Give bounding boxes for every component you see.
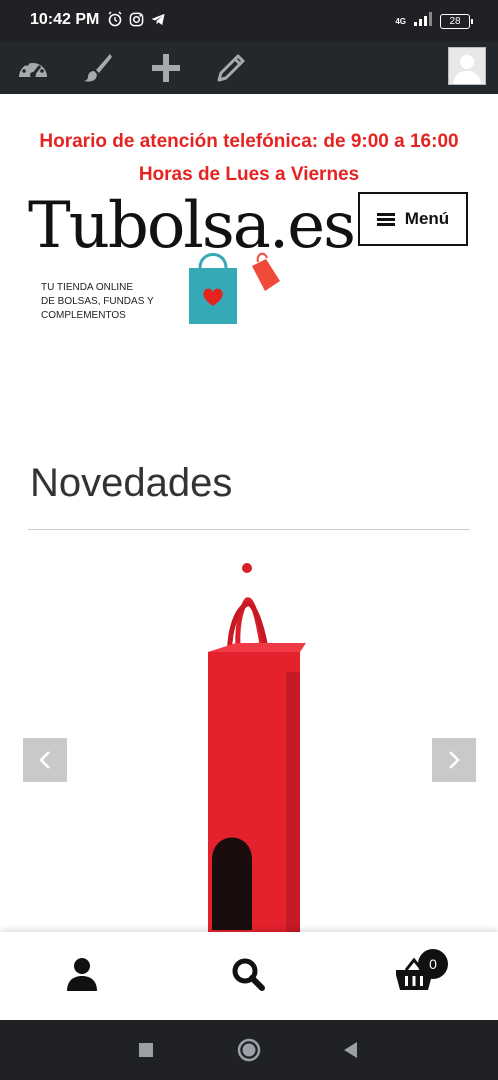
section-title: Novedades — [30, 461, 233, 505]
alarm-icon — [107, 11, 123, 32]
status-bar: 10:42 PM 4G 28 — [0, 0, 498, 42]
chevron-left-icon — [39, 751, 50, 769]
red-wine-bag-image[interactable] — [190, 560, 310, 940]
telegram-icon — [150, 12, 166, 32]
battery-icon: 28 — [440, 14, 473, 29]
instagram-icon — [129, 12, 144, 32]
edit-pencil-icon[interactable] — [211, 48, 251, 88]
battery-level: 28 — [449, 16, 461, 27]
tagline-line-3: COMPLEMENTOS — [41, 310, 126, 321]
cart-count-badge: 0 — [418, 949, 448, 979]
status-time: 10:42 PM — [30, 11, 100, 28]
menu-label: Menú — [404, 209, 450, 228]
home-icon[interactable] — [237, 1038, 261, 1062]
tagline-line-1: TU TIENDA ONLINE — [41, 282, 134, 293]
status-system-icons: 4G 28 — [395, 12, 473, 31]
recents-icon[interactable] — [134, 1038, 158, 1062]
hamburger-icon — [376, 212, 395, 226]
search-icon[interactable] — [226, 952, 270, 996]
chevron-right-icon — [449, 751, 460, 769]
account-icon[interactable] — [60, 952, 104, 996]
tagline-line-2: DE BOLSAS, FUNDAS Y — [41, 296, 154, 307]
back-icon[interactable] — [338, 1038, 362, 1062]
signal-icon — [414, 12, 432, 31]
phone-hours-notice: Horario de atención telefónica: de 9:00 … — [39, 131, 459, 152]
logo-tagline: TU TIENDA ONLINE DE BOLSAS, FUNDAS Y COM… — [41, 281, 154, 323]
admin-bar — [0, 42, 498, 94]
customize-brush-icon[interactable] — [78, 48, 118, 88]
slider-next-button[interactable] — [432, 738, 476, 782]
system-nav-bar — [0, 1020, 498, 1080]
shopping-bags-icon — [189, 252, 280, 324]
dashboard-icon[interactable] — [13, 48, 53, 88]
slider-prev-button[interactable] — [23, 738, 67, 782]
weekday-hours-notice: Horas de Lues a Viernes — [138, 164, 360, 185]
menu-button[interactable]: Menú — [358, 192, 468, 246]
status-notification-icons — [107, 11, 166, 32]
site-logo[interactable]: Tubolsa.es TU TIENDA ONLINE DE BOLSAS, F… — [28, 186, 356, 331]
network-type: 4G — [395, 17, 406, 26]
user-avatar-icon[interactable] — [448, 47, 486, 85]
section-divider — [28, 529, 470, 530]
add-new-icon[interactable] — [146, 48, 186, 88]
